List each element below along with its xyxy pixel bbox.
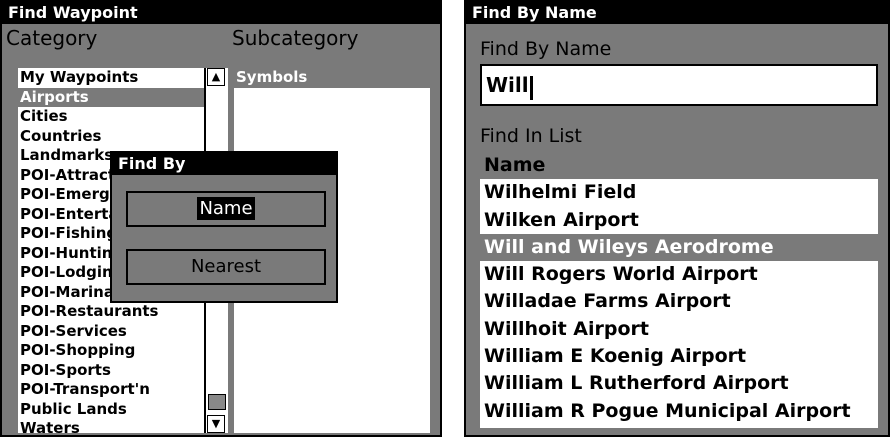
- find-waypoint-title: Find Waypoint: [2, 2, 440, 24]
- category-item[interactable]: My Waypoints: [18, 68, 204, 88]
- category-header: Category: [6, 26, 98, 50]
- find-by-nearest-button[interactable]: Nearest: [126, 249, 326, 285]
- category-item[interactable]: POI-Services: [18, 322, 204, 342]
- result-item[interactable]: Willadae Farms Airport: [480, 288, 878, 315]
- category-item[interactable]: POI-Restaurants: [18, 302, 204, 322]
- find-waypoint-screen: Find Waypoint Category Subcategory My Wa…: [0, 0, 442, 437]
- scroll-thumb[interactable]: [208, 394, 226, 410]
- result-item[interactable]: Willhoit Airport: [480, 316, 878, 343]
- scroll-down-icon[interactable]: ▼: [207, 415, 225, 433]
- category-item[interactable]: Countries: [18, 127, 204, 147]
- category-item[interactable]: Cities: [18, 107, 204, 127]
- name-search-input[interactable]: Will: [480, 64, 878, 106]
- find-in-list-label: Find In List: [480, 125, 582, 147]
- category-item[interactable]: Public Lands: [18, 400, 204, 420]
- scroll-up-icon[interactable]: ▲: [207, 68, 225, 86]
- result-item[interactable]: William L Rutherford Airport: [480, 370, 878, 397]
- category-item[interactable]: POI-Shopping: [18, 341, 204, 361]
- results-list[interactable]: Name Wilhelmi Field Wilken Airport Will an…: [480, 152, 878, 428]
- category-item[interactable]: Waters: [18, 419, 204, 433]
- result-item[interactable]: Wilhelmi Field: [480, 179, 878, 206]
- find-by-name-label: Find By Name: [480, 38, 612, 60]
- result-item[interactable]: William E Koenig Airport: [480, 343, 878, 370]
- category-item[interactable]: POI-Sports: [18, 361, 204, 381]
- find-by-name-title: Find By Name: [466, 2, 888, 24]
- name-search-value: Will: [486, 73, 529, 97]
- column-header-name: Name: [480, 152, 878, 180]
- result-item[interactable]: Wilken Airport: [480, 207, 878, 234]
- subcategory-item[interactable]: Symbols: [234, 68, 430, 88]
- result-item[interactable]: Will Rogers World Airport: [480, 261, 878, 288]
- result-item[interactable]: Will and Wileys Aerodrome: [480, 233, 878, 262]
- find-by-dialog-title: Find By: [112, 153, 336, 175]
- find-by-name-button[interactable]: Name: [126, 191, 326, 227]
- result-item[interactable]: William R Pogue Municipal Airport: [480, 398, 878, 425]
- category-item[interactable]: Airports: [18, 87, 204, 107]
- find-by-name-screen: Find By Name Find By Name Will Find In L…: [464, 0, 890, 437]
- find-by-dialog: Find By Name Nearest: [110, 151, 338, 303]
- text-cursor: [529, 75, 533, 100]
- category-item[interactable]: POI-Transport'n: [18, 380, 204, 400]
- subcategory-header: Subcategory: [232, 26, 359, 50]
